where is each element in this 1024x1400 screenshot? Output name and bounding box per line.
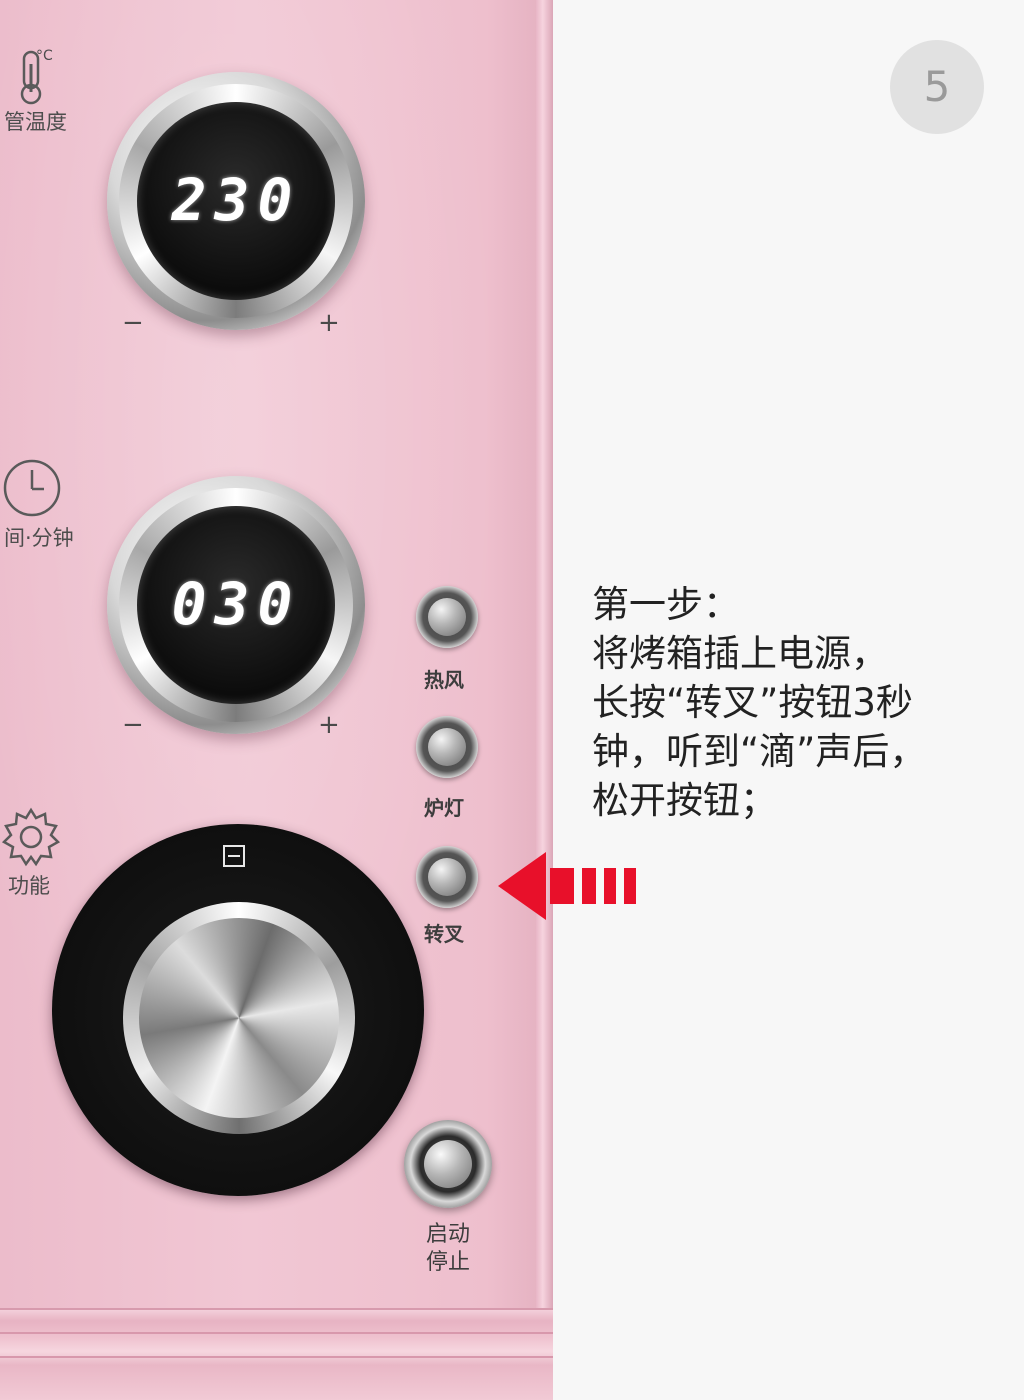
trim-ridge (0, 1332, 553, 1334)
panel-mode-icon (223, 845, 245, 867)
lamp-button-cap (428, 728, 466, 766)
start-stop-button[interactable] (404, 1120, 492, 1208)
function-knob[interactable] (123, 902, 355, 1134)
instruction-line: 长按“转叉”按钮3秒 (592, 681, 913, 724)
function-knob-cap (139, 918, 339, 1118)
temperature-minus: − (122, 308, 144, 338)
timer-minus: − (122, 710, 144, 740)
temperature-dial[interactable]: 230 (107, 72, 365, 330)
timer-display: 030 (171, 570, 301, 638)
temperature-unit: °C (36, 48, 53, 64)
temperature-label: 管温度 (4, 110, 67, 134)
instruction-line: 钟，听到“滴”声后， (592, 730, 927, 773)
lamp-button[interactable] (416, 716, 478, 778)
instruction-line: 松开按钮； (592, 779, 777, 822)
convection-button-cap (428, 598, 466, 636)
timer-dial[interactable]: 030 (107, 476, 365, 734)
panel-bottom-trim (0, 1308, 553, 1400)
convection-button[interactable] (416, 586, 478, 648)
lamp-label: 炉灯 (424, 796, 464, 820)
step-number-badge: 5 (890, 40, 984, 134)
clock-icon (3, 459, 61, 517)
temperature-plus: + (318, 308, 340, 338)
instructions-block: 第一步： 将烤箱插上电源， 长按“转叉”按钮3秒 钟，听到“滴”声后， 松开按钮… (592, 580, 1012, 825)
timer-display-face: 030 (137, 506, 335, 704)
instruction-line: 将烤箱插上电源， (592, 632, 888, 675)
gear-icon (1, 807, 61, 867)
temperature-display-face: 230 (137, 102, 335, 300)
timer-label: 间·分钟 (4, 526, 74, 550)
function-label: 功能 (8, 874, 50, 898)
rotisserie-button[interactable] (416, 846, 478, 908)
left-arrow-icon (498, 852, 636, 920)
stop-label: 停止 (426, 1250, 471, 1275)
trim-ridge (0, 1356, 553, 1358)
panel-edge (536, 0, 553, 1400)
convection-label: 热风 (424, 668, 464, 692)
temperature-display: 230 (171, 166, 301, 234)
function-knob-bezel (52, 824, 424, 1196)
oven-control-panel: °C 管温度 230 − + 间·分钟 030 − + 功能 热风 炉灯 转叉 … (0, 0, 553, 1400)
instruction-heading: 第一步： (592, 583, 740, 626)
start-stop-button-cap (424, 1140, 472, 1188)
timer-plus: + (318, 710, 340, 740)
rotisserie-button-cap (428, 858, 466, 896)
rotisserie-label: 转叉 (424, 922, 464, 946)
